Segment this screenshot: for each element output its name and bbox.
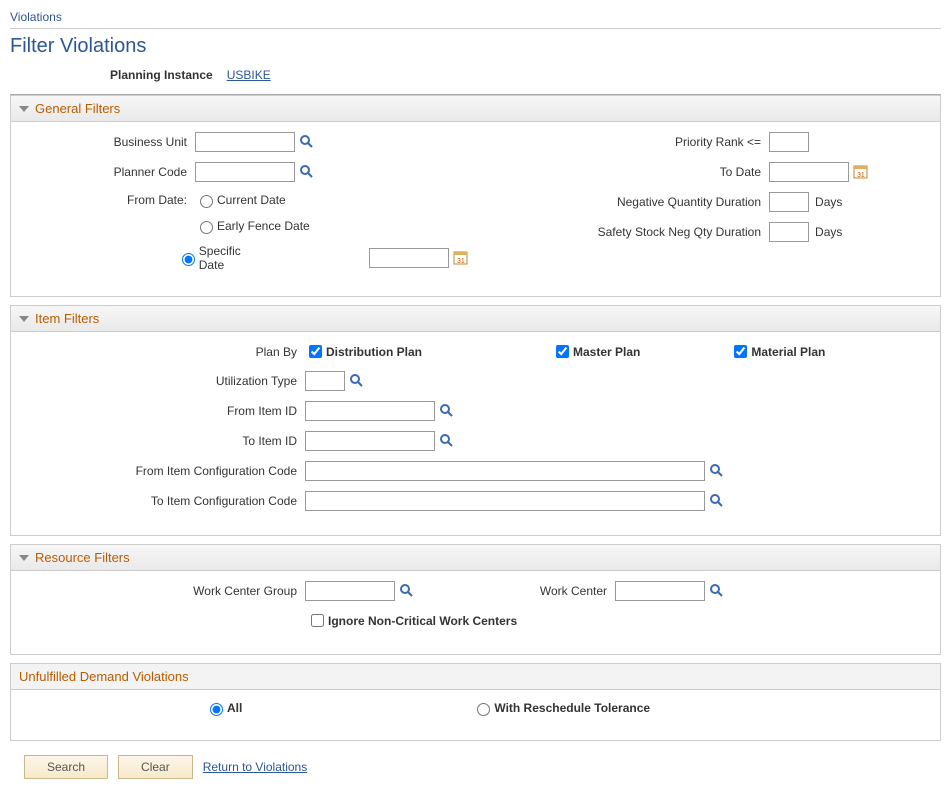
- days-suffix: Days: [809, 225, 842, 239]
- master-plan-checkbox[interactable]: [556, 345, 569, 358]
- from-date-label: From Date:: [25, 193, 195, 207]
- lookup-icon[interactable]: [709, 583, 725, 599]
- work-center-group-input[interactable]: [305, 581, 395, 601]
- from-item-id-input[interactable]: [305, 401, 435, 421]
- unfulfilled-all-label: All: [227, 701, 242, 715]
- general-filters-header[interactable]: General Filters: [11, 96, 940, 122]
- from-date-early-radio[interactable]: [200, 221, 213, 234]
- item-filters-section: Item Filters Plan By Distribution Plan M…: [10, 305, 941, 536]
- resource-filters-title: Resource Filters: [35, 550, 130, 565]
- to-date-label: To Date: [489, 165, 769, 179]
- search-button[interactable]: Search: [24, 755, 108, 779]
- page-title: Filter Violations: [10, 35, 941, 58]
- general-filters-section: General Filters Business Unit Planner Co…: [10, 95, 941, 297]
- from-date-current-label: Current Date: [217, 193, 286, 207]
- days-suffix: Days: [809, 195, 842, 209]
- calendar-icon[interactable]: [853, 164, 869, 180]
- to-item-id-input[interactable]: [305, 431, 435, 451]
- material-plan-checkbox[interactable]: [734, 345, 747, 358]
- material-plan-label: Material Plan: [751, 345, 825, 359]
- from-item-cfg-label: From Item Configuration Code: [25, 464, 305, 478]
- lookup-icon[interactable]: [299, 164, 315, 180]
- safety-stock-label: Safety Stock Neg Qty Duration: [489, 225, 769, 239]
- distribution-plan-checkbox[interactable]: [309, 345, 322, 358]
- to-date-input[interactable]: [769, 162, 849, 182]
- work-center-group-label: Work Center Group: [25, 584, 305, 598]
- unfulfilled-title: Unfulfilled Demand Violations: [19, 669, 189, 684]
- lookup-icon[interactable]: [709, 463, 725, 479]
- lookup-icon[interactable]: [709, 493, 725, 509]
- utilization-type-input[interactable]: [305, 371, 345, 391]
- neg-qty-label: Negative Quantity Duration: [489, 195, 769, 209]
- neg-qty-input[interactable]: [769, 192, 809, 212]
- work-center-label: Work Center: [415, 584, 615, 598]
- item-filters-title: Item Filters: [35, 311, 99, 326]
- return-to-violations-link[interactable]: Return to Violations: [203, 760, 308, 774]
- general-filters-title: General Filters: [35, 101, 120, 116]
- planner-code-label: Planner Code: [25, 165, 195, 179]
- from-item-cfg-input[interactable]: [305, 461, 705, 481]
- distribution-plan-label: Distribution Plan: [326, 345, 422, 359]
- ignore-non-critical-checkbox[interactable]: [311, 614, 324, 627]
- lookup-icon[interactable]: [439, 403, 455, 419]
- from-date-early-label: Early Fence Date: [217, 219, 310, 233]
- planner-code-input[interactable]: [195, 162, 295, 182]
- safety-stock-input[interactable]: [769, 222, 809, 242]
- lookup-icon[interactable]: [299, 134, 315, 150]
- item-filters-header[interactable]: Item Filters: [11, 306, 940, 332]
- specific-date-input[interactable]: [369, 248, 449, 268]
- unfulfilled-section: Unfulfilled Demand Violations All With R…: [10, 663, 941, 741]
- resource-filters-header[interactable]: Resource Filters: [11, 545, 940, 571]
- collapse-icon: [19, 555, 29, 561]
- planning-instance-label: Planning Instance: [110, 68, 213, 82]
- business-unit-label: Business Unit: [25, 135, 195, 149]
- clear-button[interactable]: Clear: [118, 755, 193, 779]
- business-unit-input[interactable]: [195, 132, 295, 152]
- plan-by-label: Plan By: [25, 345, 305, 359]
- resource-filters-section: Resource Filters Work Center Group Work …: [10, 544, 941, 655]
- collapse-icon: [19, 106, 29, 112]
- from-date-specific-radio[interactable]: [182, 253, 195, 266]
- unfulfilled-tolerance-label: With Reschedule Tolerance: [494, 701, 650, 715]
- unfulfilled-all-radio[interactable]: [210, 703, 223, 716]
- to-item-id-label: To Item ID: [25, 434, 305, 448]
- priority-rank-label: Priority Rank <=: [489, 135, 769, 149]
- lookup-icon[interactable]: [399, 583, 415, 599]
- planning-instance-link[interactable]: USBIKE: [227, 68, 271, 82]
- from-item-id-label: From Item ID: [25, 404, 305, 418]
- unfulfilled-tolerance-radio[interactable]: [477, 703, 490, 716]
- unfulfilled-header[interactable]: Unfulfilled Demand Violations: [11, 664, 940, 690]
- utilization-type-label: Utilization Type: [25, 374, 305, 388]
- priority-rank-input[interactable]: [769, 132, 809, 152]
- breadcrumb: Violations: [10, 10, 941, 29]
- to-item-cfg-label: To Item Configuration Code: [25, 494, 305, 508]
- lookup-icon[interactable]: [349, 373, 365, 389]
- from-date-current-radio[interactable]: [200, 195, 213, 208]
- calendar-icon[interactable]: [453, 250, 469, 266]
- from-date-specific-label: Specific Date: [199, 244, 259, 272]
- to-item-cfg-input[interactable]: [305, 491, 705, 511]
- lookup-icon[interactable]: [439, 433, 455, 449]
- collapse-icon: [19, 316, 29, 322]
- ignore-non-critical-label: Ignore Non-Critical Work Centers: [328, 614, 517, 628]
- work-center-input[interactable]: [615, 581, 705, 601]
- master-plan-label: Master Plan: [573, 345, 640, 359]
